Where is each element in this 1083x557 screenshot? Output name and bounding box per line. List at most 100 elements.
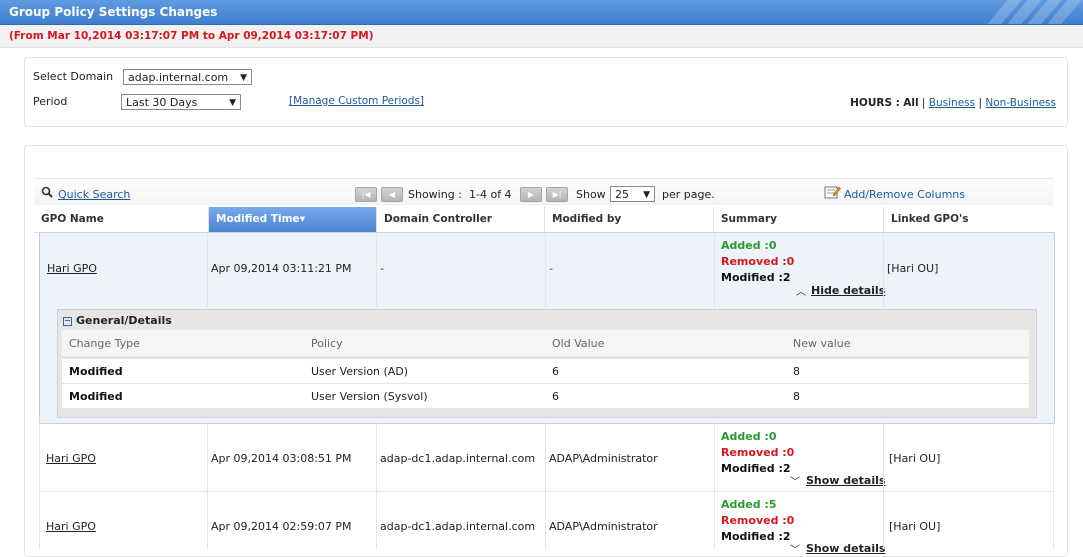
showing-label: Showing : <box>408 188 462 201</box>
sort-desc-icon: ▾ <box>299 213 305 225</box>
linked-gpo: [Hari OU] <box>889 520 941 533</box>
show-details-link[interactable]: Show details <box>806 474 885 487</box>
summary-added: Added :0 <box>721 430 777 443</box>
title-bar: Group Policy Settings Changes <box>0 0 1083 25</box>
next-page-icon[interactable]: ▶ <box>520 187 542 202</box>
domain-controller: adap-dc1.adap.internal.com <box>380 520 536 533</box>
hours-separator: | <box>978 97 982 109</box>
manage-custom-periods-link[interactable]: [Manage Custom Periods] <box>289 95 424 107</box>
gpo-name-link[interactable]: Hari GPO <box>46 520 96 533</box>
modified-by: ADAP\Administrator <box>549 452 658 465</box>
gpo-name-link[interactable]: Hari GPO <box>46 452 96 465</box>
filter-panel: Select Domain adap.internal.com ▼ Period… <box>24 57 1068 127</box>
hours-separator: | <box>921 97 926 109</box>
column-divider <box>376 233 377 308</box>
domain-select[interactable]: adap.internal.com ▼ <box>123 69 252 85</box>
period-select-value: Last 30 Days <box>126 96 198 109</box>
chevron-up-icon[interactable]: ︿ <box>796 283 806 298</box>
linked-gpo: [Hari OU] <box>889 452 941 465</box>
quick-search-link[interactable]: Quick Search <box>58 188 130 201</box>
modified-by: ADAP\Administrator <box>549 520 658 533</box>
old-value: 6 <box>552 390 559 403</box>
gpo-name-link[interactable]: Hari GPO <box>47 262 97 275</box>
modified-time: Apr 09,2014 02:59:07 PM <box>211 520 352 533</box>
domain-controller: - <box>380 262 384 275</box>
column-header-modified-time[interactable]: Modified Time▾ <box>208 207 376 232</box>
domain-select-value: adap.internal.com <box>128 71 229 84</box>
report-title: Group Policy Settings Changes <box>9 5 218 19</box>
hide-details-link[interactable]: Hide details <box>811 284 885 297</box>
chevron-down-icon[interactable]: ﹀ <box>790 473 800 488</box>
search-icon[interactable] <box>41 186 53 201</box>
add-remove-columns-link[interactable]: Add/Remove Columns <box>844 188 965 201</box>
hours-all-option[interactable]: All <box>903 97 918 109</box>
modified-by: - <box>549 262 553 275</box>
column-divider <box>714 233 715 308</box>
details-table-header: Change Type Policy Old Value New value <box>62 330 1029 356</box>
page-size-select[interactable]: 25 ▼ <box>610 186 655 202</box>
column-header-modified-by[interactable]: Modified by <box>544 207 713 232</box>
per-page-label: per page. <box>662 188 715 201</box>
column-header-gpo-name[interactable]: GPO Name <box>34 207 208 232</box>
table-row[interactable]: Hari GPO Apr 09,2014 03:08:51 PM adap-dc… <box>39 423 1053 491</box>
details-col-new-value: New value <box>793 337 851 350</box>
column-divider <box>545 423 546 549</box>
domain-controller: adap-dc1.adap.internal.com <box>380 452 536 465</box>
change-type: Modified <box>69 365 123 378</box>
details-heading[interactable]: − General/Details <box>63 314 172 327</box>
summary-removed: Removed :0 <box>721 514 795 527</box>
collapse-icon[interactable]: − <box>63 316 72 326</box>
chevron-down-icon: ▼ <box>240 73 247 83</box>
last-page-icon[interactable]: ▶| <box>546 187 568 202</box>
chevron-down-icon: ▼ <box>643 190 650 200</box>
details-row: Modified User Version (Sysvol) 6 8 <box>62 383 1029 408</box>
column-divider <box>1053 423 1054 549</box>
policy: User Version (AD) <box>311 365 409 378</box>
change-type: Modified <box>69 390 123 403</box>
linked-gpo: [Hari OU] <box>887 262 939 275</box>
hours-business-link[interactable]: Business <box>929 97 975 109</box>
showing-range: 1-4 of 4 <box>469 188 512 201</box>
chevron-down-icon: ▼ <box>229 98 236 108</box>
show-label: Show <box>576 188 606 201</box>
details-row: Modified User Version (AD) 6 8 <box>62 358 1029 383</box>
period-select[interactable]: Last 30 Days ▼ <box>121 94 241 110</box>
column-header-label: Modified Time <box>216 213 300 225</box>
details-col-change-type: Change Type <box>69 337 140 350</box>
edit-columns-icon[interactable] <box>824 185 841 202</box>
column-header-summary[interactable]: Summary <box>713 207 883 232</box>
table-header: GPO Name Modified Time▾ Domain Controlle… <box>34 207 1053 233</box>
column-header-linked-gpos[interactable]: Linked GPO's <box>883 207 1053 232</box>
domain-label: Select Domain <box>33 70 114 83</box>
column-divider <box>39 423 40 549</box>
policy: User Version (Sysvol) <box>311 390 428 403</box>
column-divider <box>207 423 208 549</box>
summary-removed: Removed :0 <box>721 446 795 459</box>
date-range-bar: (From Mar 10,2014 03:17:07 PM to Apr 09,… <box>0 25 1083 48</box>
first-page-icon[interactable]: |◀ <box>355 187 377 202</box>
page-size-value: 25 <box>615 188 629 201</box>
summary-modified: Modified :2 <box>721 271 791 284</box>
summary-added: Added :5 <box>721 498 777 511</box>
column-divider <box>376 423 377 549</box>
details-heading-label: General/Details <box>76 314 172 327</box>
column-divider <box>883 423 884 549</box>
details-col-policy: Policy <box>311 337 343 350</box>
hours-label: HOURS : <box>850 97 900 109</box>
grid-toolbar: Quick Search |◀ ◀ Showing : 1-4 of 4 ▶ ▶… <box>34 178 1053 205</box>
hours-filter: HOURS : All | Business | Non-Business <box>850 97 1056 109</box>
old-value: 6 <box>552 365 559 378</box>
column-divider <box>545 233 546 308</box>
column-divider <box>207 233 208 308</box>
summary-modified: Modified :2 <box>721 462 791 475</box>
summary-removed: Removed :0 <box>721 255 795 268</box>
column-divider <box>714 423 715 549</box>
column-header-domain-controller[interactable]: Domain Controller <box>376 207 544 232</box>
column-divider <box>883 233 884 308</box>
summary-modified: Modified :2 <box>721 530 791 543</box>
new-value: 8 <box>793 390 800 403</box>
hours-non-business-link[interactable]: Non-Business <box>985 97 1056 109</box>
details-col-old-value: Old Value <box>552 337 605 350</box>
table-row[interactable]: Hari GPO Apr 09,2014 02:59:07 PM adap-dc… <box>39 492 1053 556</box>
previous-page-icon[interactable]: ◀ <box>381 187 403 202</box>
